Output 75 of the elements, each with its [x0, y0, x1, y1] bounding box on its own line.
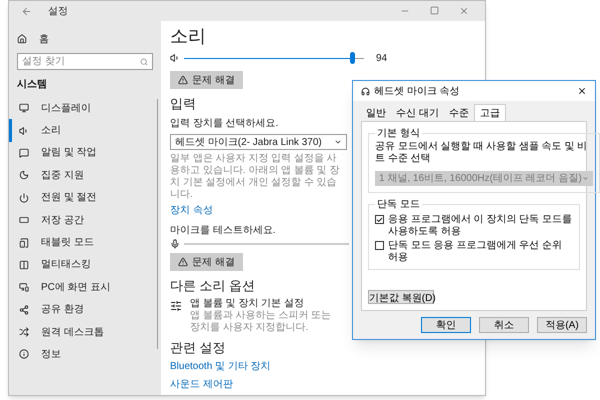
- dialog-title: 헤드셋 마이크 속성: [374, 84, 460, 98]
- check-icon: [376, 216, 383, 224]
- chevron-down-icon: [582, 175, 589, 182]
- tablet-icon: [19, 238, 29, 248]
- window-title: 설정: [48, 4, 68, 18]
- troubleshoot-button[interactable]: 문제 해결: [170, 253, 243, 271]
- section-heading: 입력: [170, 96, 196, 112]
- section-heading: 다른 소리 옵션: [170, 278, 256, 294]
- troubleshoot-button[interactable]: 문제 해결: [170, 71, 243, 89]
- dialog-button[interactable]: 적용(A): [537, 317, 587, 333]
- search-field[interactable]: 설정 찾기: [17, 53, 153, 70]
- volume-slider[interactable]: [184, 52, 364, 64]
- columns-icon: [19, 260, 29, 270]
- sidebar-item[interactable]: 정보: [17, 343, 153, 366]
- headset-icon: [361, 86, 370, 96]
- sidebar-item[interactable]: PC에 화면 표시: [17, 276, 153, 299]
- page-title: 소리: [170, 25, 206, 47]
- input-note: 일부 앱은 사용자 지정 입력 설정을 사용하고 있습니다. 아래의 앱 볼륨 및 장치 기본 설정에서 개인 설정할 수 있습니다.: [170, 153, 340, 201]
- related-link[interactable]: Bluetooth 및 기타 장치: [170, 359, 271, 374]
- share-icon: [19, 304, 29, 315]
- sidebar-item[interactable]: 공유 환경: [17, 298, 153, 321]
- volume-reading: 94: [376, 52, 388, 66]
- crossed-arrows-icon: [19, 327, 29, 338]
- chevron-down-icon: [334, 138, 342, 146]
- microphone-icon: [170, 239, 180, 249]
- sidebar-item[interactable]: 디스플레이: [17, 97, 153, 120]
- sidebar-item[interactable]: 소리: [9, 119, 153, 142]
- sidebar-item[interactable]: 원격 데스크톱: [17, 320, 153, 344]
- dialog-button[interactable]: 확인: [421, 317, 471, 333]
- dialog-button[interactable]: 취소: [479, 317, 529, 333]
- format-description: 공유 모드에서 실행할 때 사용할 샘플 속도 및 비트 수준 선택: [375, 141, 588, 165]
- search-input[interactable]: 설정 찾기: [22, 54, 140, 69]
- restore-defaults-button[interactable]: 기본값 복원(D): [368, 290, 434, 304]
- checkbox-label: 응용 프로그램에서 이 장치의 단독 모드를 사용하도록 허용: [388, 214, 573, 238]
- home-item[interactable]: 홈: [17, 29, 153, 49]
- dialog-tab[interactable]: 고급: [474, 104, 506, 121]
- app-volume-option[interactable]: 앱 볼륨 및 장치 기본 설정 앱 볼륨과 사용하는 스피커 또는 장치를 사용자 지정합니다.: [170, 298, 342, 334]
- dialog-tab[interactable]: 수준: [444, 106, 474, 121]
- checkbox[interactable]: [375, 241, 384, 250]
- device-properties-link[interactable]: 장치 속성: [170, 203, 213, 218]
- device-dropdown[interactable]: 헤드셋 마이크(2- Jabra Link 370): [170, 134, 347, 150]
- power-icon: [19, 192, 29, 203]
- back-icon[interactable]: [21, 6, 32, 16]
- group-legend: 기본 형식: [375, 126, 422, 141]
- close-icon[interactable]: [577, 86, 587, 96]
- sidebar-item[interactable]: 전원 및 절전: [17, 186, 153, 209]
- search-icon: [140, 58, 148, 66]
- group-legend: 단독 모드: [375, 197, 422, 212]
- dialog-tab[interactable]: 일반: [361, 106, 391, 121]
- field-label: 입력 장치를 선택하세요.: [170, 117, 278, 131]
- section-heading: 시스템: [17, 78, 48, 92]
- speaker-icon: [19, 126, 29, 136]
- checkbox-label: 단독 모드 응용 프로그램에게 우선 순위 허용: [388, 240, 563, 264]
- checkbox[interactable]: [375, 215, 384, 224]
- section-heading: 관련 설정: [170, 340, 226, 356]
- sidebar-item[interactable]: 태블릿 모드: [17, 231, 153, 254]
- dialog-tab[interactable]: 수신 대기: [391, 106, 444, 121]
- warning-icon: [178, 257, 188, 267]
- sidebar-item[interactable]: 알림 및 작업: [17, 142, 153, 164]
- info-icon: [19, 349, 29, 360]
- message-icon: [19, 148, 29, 158]
- related-link[interactable]: 사운드 제어판: [170, 377, 233, 392]
- monitor-icon: [19, 103, 29, 114]
- home-icon: [17, 34, 27, 44]
- sidebar-item[interactable]: 멀티태스킹: [17, 254, 153, 276]
- warning-icon: [178, 75, 188, 85]
- sidebar-item[interactable]: 집중 지원: [17, 164, 153, 187]
- screens-icon: [19, 282, 29, 292]
- rectangle-icon: [19, 215, 29, 226]
- sliders-icon: [170, 300, 182, 312]
- field-label: 마이크를 테스트하세요.: [170, 224, 276, 238]
- sidebar-item[interactable]: 저장 공간: [17, 208, 153, 232]
- moon-icon: [19, 170, 29, 180]
- maximize-icon[interactable]: [430, 6, 439, 15]
- speaker-icon: [170, 53, 180, 63]
